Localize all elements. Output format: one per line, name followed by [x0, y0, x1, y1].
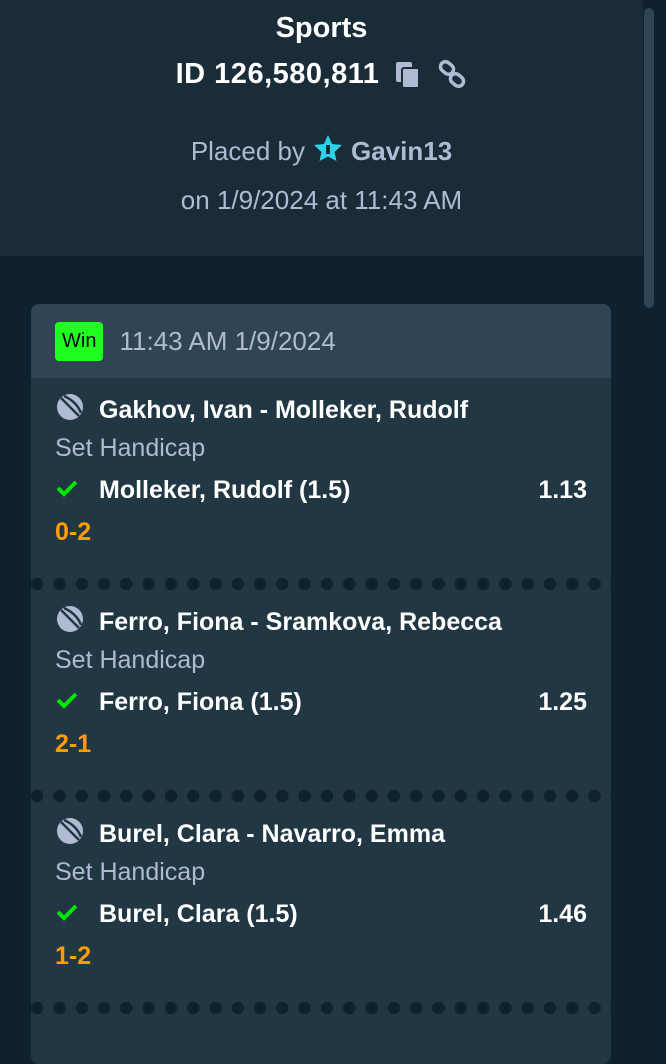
dotted-divider	[31, 578, 611, 590]
bet-card-header: Win 11:43 AM 1/9/2024	[31, 304, 611, 378]
odds-value: 1.25	[538, 688, 587, 716]
placed-by-label: Placed by	[190, 136, 305, 166]
market-name: Set Handicap	[55, 646, 206, 674]
odds-value: 1.13	[538, 476, 587, 504]
market-name: Set Handicap	[55, 858, 206, 886]
link-icon[interactable]	[437, 59, 467, 90]
bet-card: Win 11:43 AM 1/9/2024 Gakhov, Ivan - Mol…	[31, 304, 611, 1064]
selection-name: Molleker, Rudolf (1.5)	[99, 476, 351, 504]
selection-row: Burel, Clara (1.5)	[55, 900, 298, 929]
check-icon	[55, 476, 79, 505]
event-row: Gakhov, Ivan - Molleker, Rudolf	[55, 392, 468, 429]
page-title: Sports	[275, 12, 368, 44]
tennis-ball-icon	[55, 816, 85, 853]
bet-leg: Ferro, Fiona - Sramkova, Rebecca Set Han…	[31, 590, 611, 802]
bet-header: Sports ID 126,580,811 Placed by Gavin13 …	[0, 0, 643, 256]
user-link[interactable]: Gavin13	[351, 136, 452, 167]
score: 1-2	[55, 942, 92, 970]
event-name[interactable]: Ferro, Fiona - Sramkova, Rebecca	[99, 608, 502, 637]
bet-leg: Gakhov, Ivan - Molleker, Rudolf Set Hand…	[31, 378, 611, 590]
placed-date: on 1/9/2024 at 11:43 AM	[180, 185, 463, 215]
event-row: Burel, Clara - Navarro, Emma	[55, 816, 445, 853]
vip-star-icon	[313, 134, 343, 169]
tennis-ball-icon	[55, 604, 85, 641]
scrollbar-thumb[interactable]	[644, 8, 654, 308]
event-row: Ferro, Fiona - Sramkova, Rebecca	[55, 604, 502, 641]
selection-row: Molleker, Rudolf (1.5)	[55, 476, 350, 505]
bet-id: ID 126,580,811	[175, 58, 380, 90]
selection-name: Ferro, Fiona (1.5)	[99, 688, 302, 716]
status-badge: Win	[55, 321, 104, 361]
event-name[interactable]: Gakhov, Ivan - Molleker, Rudolf	[99, 396, 468, 425]
dotted-divider	[31, 1002, 611, 1014]
event-name[interactable]: Burel, Clara - Navarro, Emma	[99, 820, 445, 849]
copy-icon[interactable]	[393, 60, 423, 90]
check-icon	[55, 688, 79, 717]
score: 0-2	[55, 518, 92, 546]
selection-row: Ferro, Fiona (1.5)	[55, 688, 302, 717]
odds-value: 1.46	[538, 900, 587, 928]
bet-time: 11:43 AM 1/9/2024	[119, 325, 336, 356]
placed-by-row: Placed by Gavin13	[0, 134, 643, 169]
dotted-divider	[31, 790, 611, 802]
score: 2-1	[55, 730, 92, 758]
selection-name: Burel, Clara (1.5)	[99, 900, 298, 928]
market-name: Set Handicap	[55, 434, 206, 462]
bet-leg: Burel, Clara - Navarro, Emma Set Handica…	[31, 802, 611, 1014]
check-icon	[55, 900, 79, 929]
tennis-ball-icon	[55, 392, 85, 429]
bet-id-row: ID 126,580,811	[0, 58, 643, 91]
